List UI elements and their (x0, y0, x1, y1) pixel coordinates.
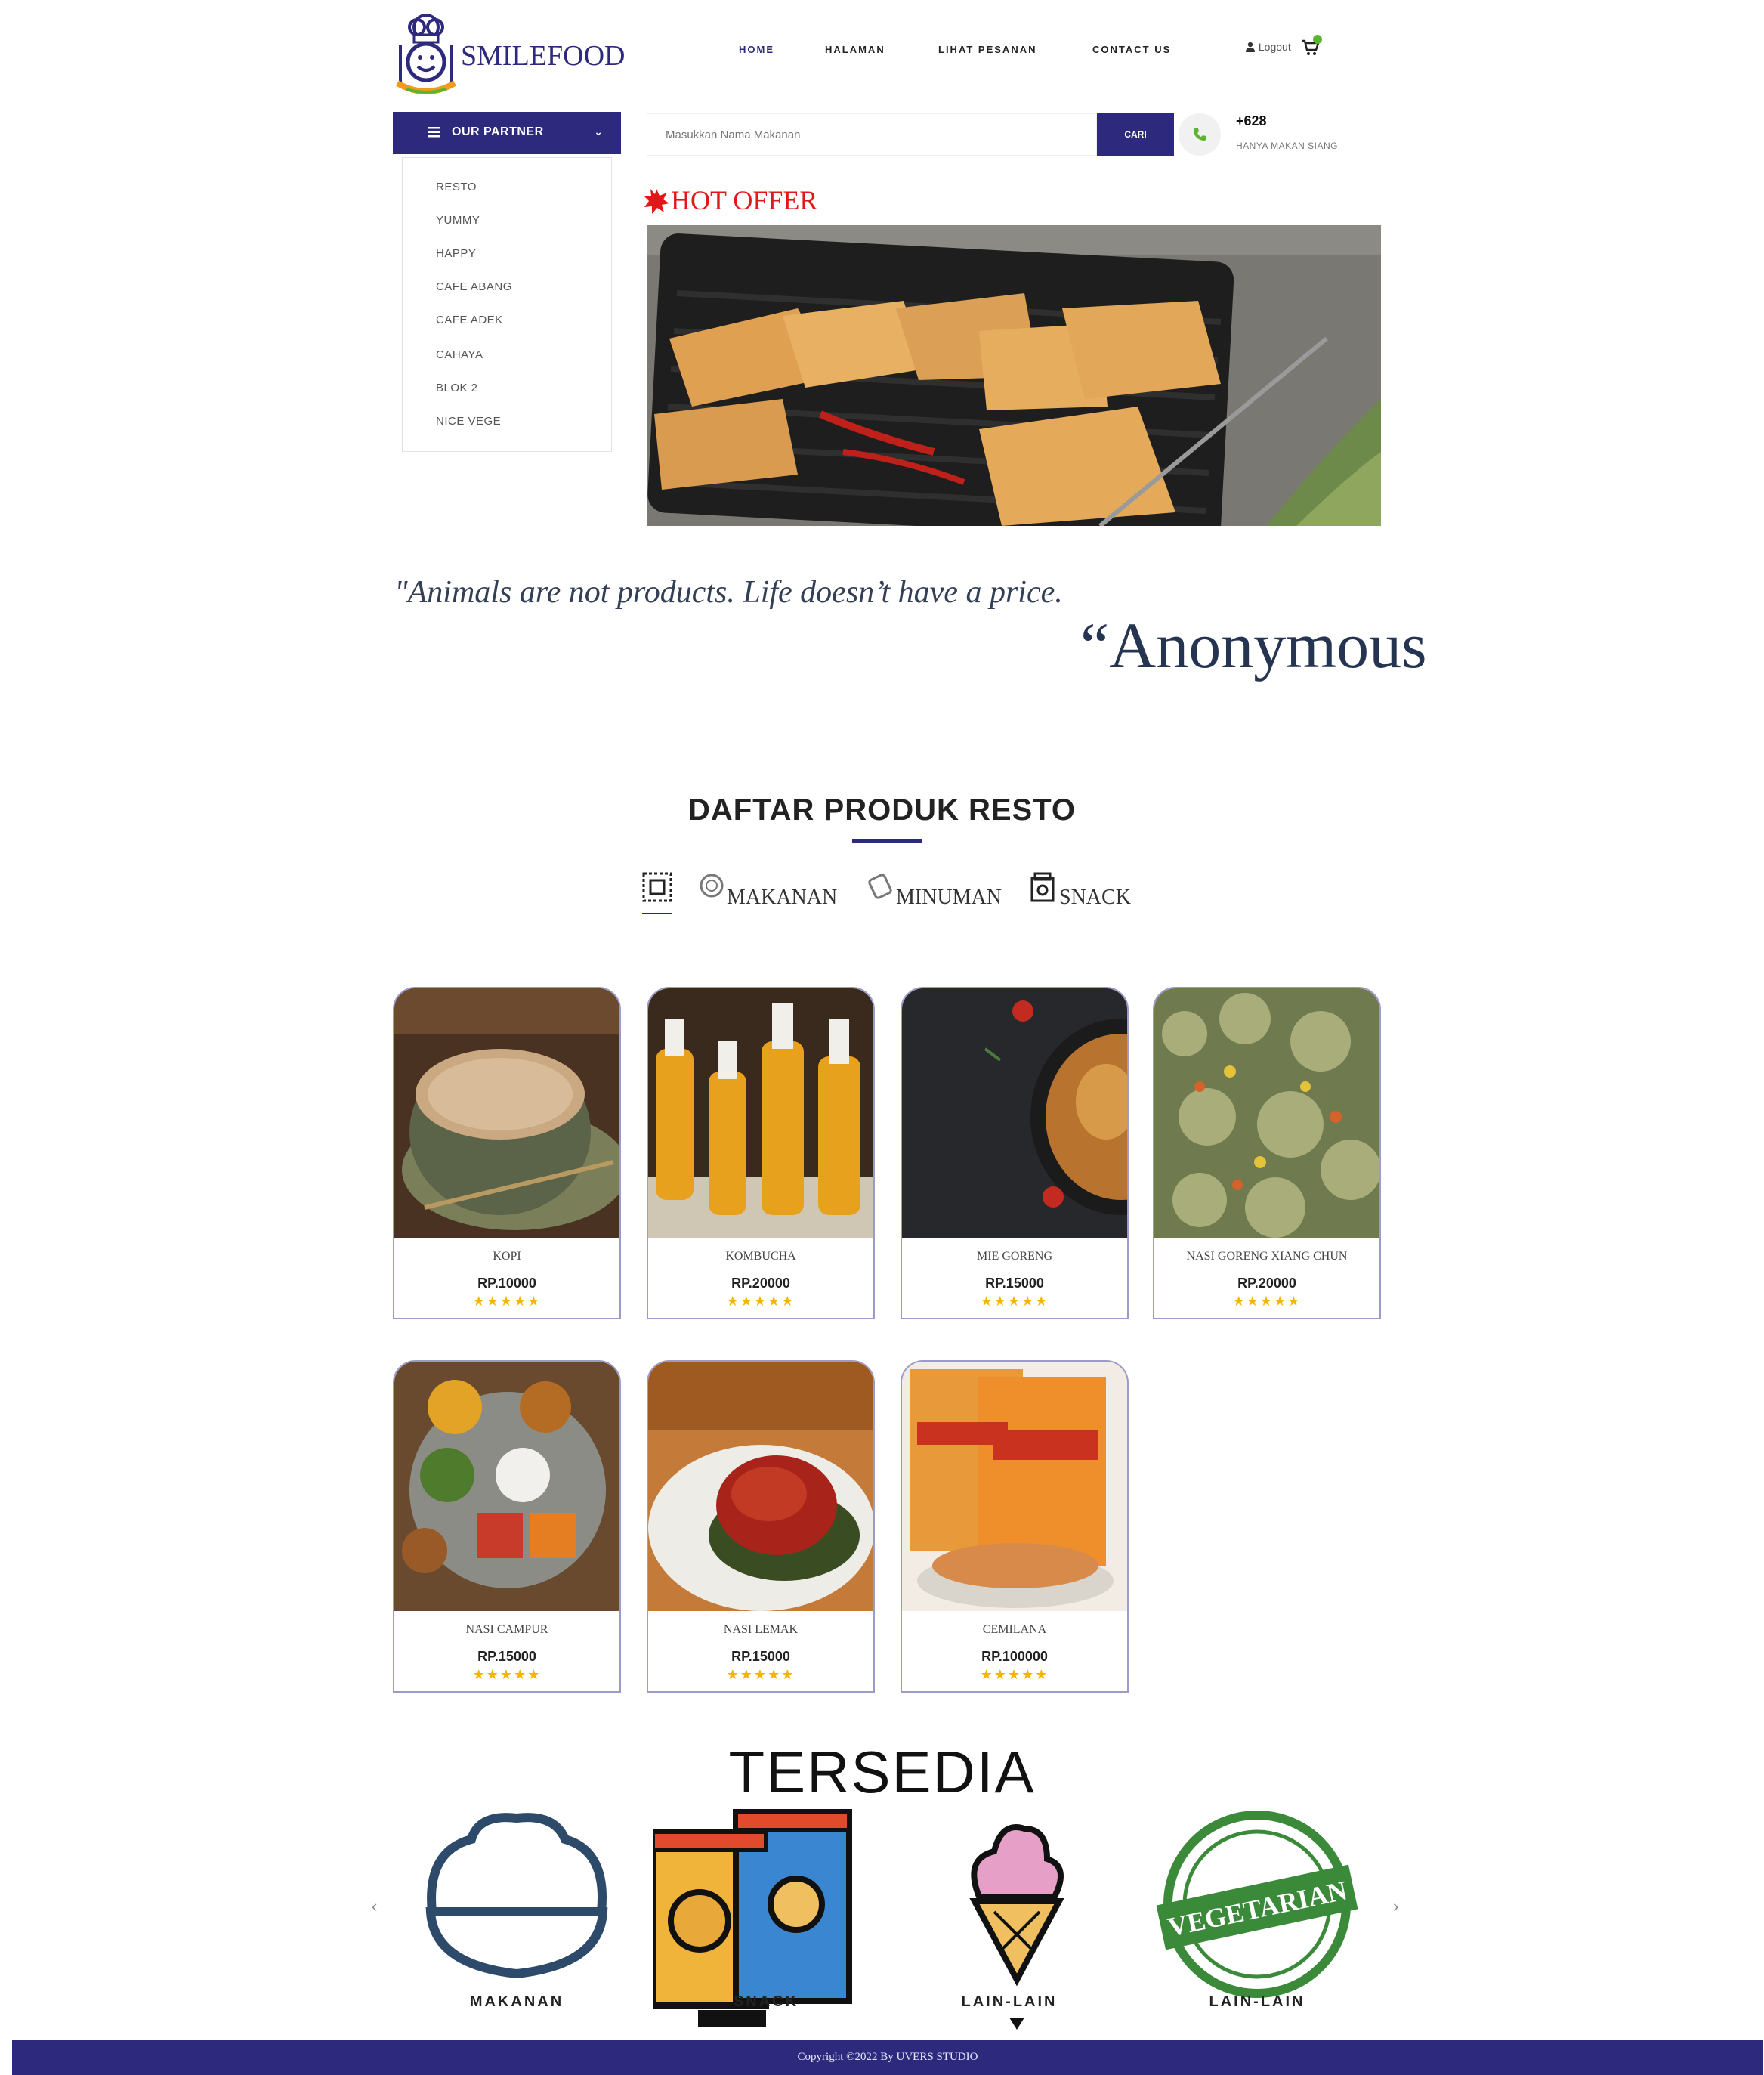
brand-logo[interactable]: SMILEFOOD (393, 11, 625, 100)
product-price: RP.15000 (477, 1649, 536, 1664)
tab-minuman-label: MINUMAN (896, 886, 1002, 909)
partner-item-happy[interactable]: HAPPY (436, 247, 476, 260)
partner-item-yummy[interactable]: YUMMY (436, 214, 480, 227)
rating-stars: ★★★★★ (726, 1667, 795, 1682)
partner-list: RESTO YUMMY HAPPY CAFE ABANG CAFE ADEK C… (402, 157, 612, 452)
product-name: KOPI (493, 1250, 521, 1263)
plate-icon (700, 874, 724, 898)
phone-button[interactable] (1179, 113, 1221, 156)
product-price: RP.100000 (981, 1649, 1048, 1664)
phone-icon (1194, 128, 1206, 141)
products-title: DAFTAR PRODUK RESTO (687, 793, 1077, 827)
product-price: RP.15000 (985, 1276, 1044, 1291)
product-card[interactable]: CEMILANA RP.100000 ★★★★★ (901, 1360, 1129, 1693)
search-button[interactable]: CARI (1097, 113, 1174, 156)
product-image-mie-goreng (902, 988, 1127, 1238)
partner-item-cafe-abang[interactable]: CAFE ABANG (436, 280, 512, 293)
chef-logo-icon (395, 14, 457, 94)
product-image-nasi-campur (394, 1362, 619, 1611)
partner-item-cafe-adek[interactable]: CAFE ADEK (436, 314, 503, 326)
product-price: RP.20000 (1237, 1276, 1296, 1291)
product-card[interactable]: NASI GORENG XIANG CHUN RP.20000 ★★★★★ (1153, 987, 1381, 1319)
product-image-cemilana (902, 1362, 1127, 1611)
product-name: NASI CAMPUR (465, 1623, 548, 1636)
carousel-next-arrow[interactable]: › (1393, 1897, 1398, 1916)
product-image-kombucha (648, 988, 873, 1238)
search-input[interactable] (647, 113, 1097, 156)
partner-title: OUR PARTNER (452, 125, 544, 138)
product-name: KOMBUCHA (725, 1250, 796, 1263)
category-makanan[interactable]: MAKANAN (403, 1806, 630, 2030)
available-title: TERSEDIA (728, 1739, 1036, 1805)
product-card[interactable]: NASI CAMPUR RP.15000 ★★★★★ (393, 1360, 621, 1693)
cart-badge (1313, 35, 1322, 44)
product-name: NASI GORENG XIANG CHUN (1186, 1250, 1348, 1263)
logout-label: Logout (1258, 41, 1291, 53)
product-image-nasi-goreng (1154, 988, 1379, 1238)
category-lain-lain-vegetarian[interactable]: VEGETARIAN LAIN-LAIN (1144, 1806, 1370, 2030)
product-card[interactable]: KOPI RP.10000 ★★★★★ (393, 987, 621, 1319)
category-label: MAKANAN (469, 1993, 564, 2010)
category-label: LAIN-LAIN (961, 1993, 1058, 2010)
rating-stars: ★★★★★ (980, 1667, 1049, 1682)
rating-stars: ★★★★★ (472, 1294, 542, 1309)
phone-number: +628 (1236, 113, 1267, 128)
rice-bowl-icon (425, 1813, 608, 1979)
nav-home[interactable]: HOME (739, 44, 774, 55)
partner-item-blok-2[interactable]: BLOK 2 (436, 382, 478, 394)
product-price: RP.15000 (731, 1649, 790, 1664)
partner-item-resto[interactable]: RESTO (436, 181, 477, 193)
tab-snack-label: SNACK (1059, 886, 1131, 909)
nav-contact-us[interactable]: CONTACT US (1092, 44, 1171, 55)
product-price: RP.20000 (731, 1276, 790, 1291)
user-icon (1246, 42, 1255, 52)
product-name: MIE GORENG (977, 1250, 1052, 1263)
nav-halaman[interactable]: HALAMAN (825, 44, 885, 55)
rating-stars: ★★★★★ (1232, 1294, 1302, 1309)
product-card[interactable]: NASI LEMAK RP.15000 ★★★★★ (647, 1360, 875, 1693)
menu-icon (428, 127, 440, 138)
brand-name: SMILEFOOD (461, 40, 626, 72)
category-label: SNACK (733, 1993, 799, 2010)
rating-stars: ★★★★★ (980, 1294, 1049, 1309)
footer: Copyright ©2022 By UVERS STUDIO (12, 2040, 1763, 2075)
copyright-text: Copyright ©2022 By UVERS STUDIO (797, 2051, 978, 2063)
product-card[interactable]: MIE GORENG RP.15000 ★★★★★ (901, 987, 1129, 1319)
product-card[interactable]: KOMBUCHA RP.20000 ★★★★★ (647, 987, 875, 1319)
category-label: LAIN-LAIN (1209, 1993, 1305, 2010)
cup-icon (868, 874, 892, 899)
grid-icon (642, 872, 672, 902)
product-price: RP.10000 (477, 1276, 536, 1291)
chevron-down-icon: ⌄ (594, 125, 603, 138)
partner-item-cahaya[interactable]: CAHAYA (436, 348, 483, 361)
logout-link[interactable]: Logout (1245, 41, 1291, 53)
carousel-prev-arrow[interactable]: ‹ (372, 1897, 377, 1916)
snack-icon (1030, 872, 1055, 902)
phone-note: HANYA MAKAN SIANG (1236, 141, 1338, 151)
product-name: NASI LEMAK (723, 1623, 799, 1636)
partner-dropdown[interactable]: OUR PARTNER ⌄ (393, 112, 621, 154)
hot-offer-banner-image[interactable] (647, 225, 1381, 526)
product-image-kopi (394, 988, 619, 1238)
burst-icon (644, 189, 669, 214)
quote-text: "Animals are not products. Life doesn’t … (394, 575, 1063, 610)
rating-stars: ★★★★★ (726, 1294, 795, 1309)
tab-makanan-label: MAKANAN (727, 886, 838, 909)
partner-item-nice-vege[interactable]: NICE VEGE (436, 415, 501, 428)
title-underline (852, 839, 922, 843)
category-lain-lain-icecream[interactable]: LAIN-LAIN (896, 1806, 1123, 2030)
product-name: CEMILANA (982, 1623, 1047, 1636)
tab-active-indicator (642, 913, 672, 914)
product-image-nasi-lemak (648, 1362, 873, 1611)
rating-stars: ★★★★★ (472, 1667, 542, 1682)
quote-author: “Anonymous (1080, 609, 1427, 682)
nav-lihat-pesanan[interactable]: LIHAT PESANAN (938, 44, 1036, 55)
category-snack[interactable]: SNACK (653, 1806, 879, 2030)
hot-offer-title: HOT OFFER (671, 185, 818, 215)
